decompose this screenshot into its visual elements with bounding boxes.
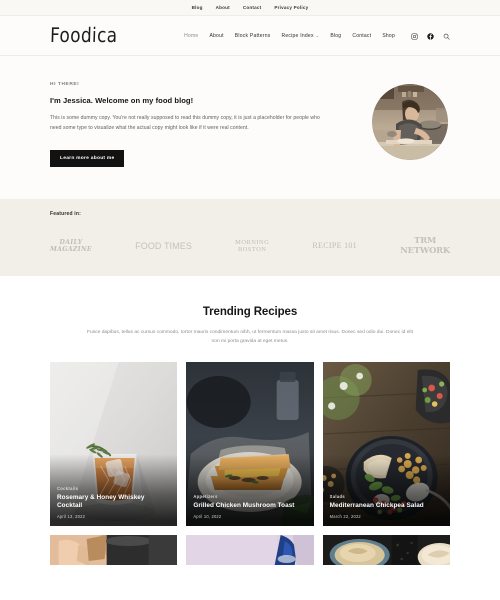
recipe-card-category[interactable]: Salads [330, 494, 443, 499]
hero-eyebrow: HI THERE! [50, 82, 80, 87]
instagram-icon[interactable] [411, 27, 418, 45]
hero-copy: This is some dummy copy. You're not real… [50, 115, 320, 131]
recipe-card[interactable]: Salads Mediterranean Chickpea Salad Marc… [322, 362, 450, 527]
recipe-card-grid: Cocktails Rosemary & Honey Whiskey Cockt… [50, 362, 450, 566]
recipe-card-title[interactable]: Mediterranean Chickpea Salad [330, 502, 443, 510]
main-navigation: Home About Block Patterns Recipe Index ⌄ … [184, 27, 450, 45]
topbar-link-blog[interactable]: Blog [192, 5, 203, 10]
recipe-card-date: April 13, 2022 [57, 514, 86, 520]
nav-item-contact[interactable]: Contact [352, 33, 371, 39]
featured-in-section: Featured in: DAILY MAGAZINE FOOD TIMES M… [0, 199, 500, 276]
nav-item-block-patterns[interactable]: Block Patterns [235, 33, 271, 39]
recipe-card-image-hands [50, 535, 178, 566]
page-root: Blog About Contact Privacy Policy Foodic… [0, 0, 500, 600]
page-title: Trending Recipes [202, 306, 298, 318]
nav-item-shop[interactable]: Shop [382, 33, 395, 39]
top-utility-bar: Blog About Contact Privacy Policy [0, 0, 500, 16]
header-social-icons [411, 27, 450, 45]
brand-logo-recipe-101: RECIPE 101 [312, 241, 357, 251]
recipe-card-title[interactable]: Grilled Chicken Mushroom Toast [193, 502, 306, 510]
topbar-link-privacy-policy[interactable]: Privacy Policy [274, 5, 308, 10]
nav-item-about[interactable]: About [209, 33, 223, 39]
recipe-card-category[interactable]: Appetizers [193, 494, 306, 499]
recipe-card[interactable]: Cocktails Rosemary & Honey Whiskey Cockt… [50, 362, 178, 527]
topbar-link-about[interactable]: About [216, 5, 230, 10]
recipe-card[interactable] [50, 535, 178, 566]
recipe-card-body: Appetizers Grilled Chicken Mushroom Toas… [193, 494, 306, 519]
chevron-down-icon: ⌄ [315, 32, 320, 38]
nav-item-blog[interactable]: Blog [330, 33, 341, 39]
topbar-link-contact[interactable]: Contact [243, 5, 262, 10]
facebook-icon[interactable] [427, 27, 434, 45]
recipe-card-date: March 22, 2022 [329, 514, 361, 520]
brand-logo-morning-boston: MORNING BOSTON [235, 238, 270, 253]
site-logo[interactable]: Foodica [50, 24, 118, 48]
brand-logo-daily-magazine: DAILY MAGAZINE [50, 238, 92, 253]
recipe-card-body: Salads Mediterranean Chickpea Salad Marc… [330, 494, 443, 519]
site-header: Foodica Home About Block Patterns Recipe… [0, 16, 500, 56]
hero-text-block: HI THERE! I'm Jessica. Welcome on my foo… [50, 82, 332, 167]
learn-more-about-me-button[interactable]: Learn more about me [50, 149, 125, 167]
nav-item-home[interactable]: Home [184, 33, 198, 39]
brand-logo-trm-network: TRM NETWORK [400, 235, 450, 255]
featured-logo-row: DAILY MAGAZINE FOOD TIMES MORNING BOSTON… [50, 231, 450, 261]
nav-item-recipe-index[interactable]: Recipe Index ⌄ [282, 33, 320, 39]
search-icon[interactable] [443, 27, 450, 45]
recipe-card-date: April 10, 2022 [193, 514, 222, 520]
hero-section: HI THERE! I'm Jessica. Welcome on my foo… [0, 56, 500, 199]
recipe-card-category[interactable]: Cocktails [57, 486, 170, 491]
recipe-card-image-lavender [186, 535, 314, 566]
recipe-card[interactable] [186, 535, 314, 566]
brand-logo-food-times: FOOD TIMES [135, 240, 192, 251]
featured-in-label: Featured in: [50, 211, 82, 217]
nav-item-recipe-index-label: Recipe Index [281, 32, 314, 39]
recipe-card-title[interactable]: Rosemary & Honey Whiskey Cocktail [57, 494, 170, 510]
recipe-card-image-cream-bowl [322, 535, 450, 566]
trending-subtitle: Fusce dapibus, tellus ac cursus commodo,… [87, 330, 413, 345]
recipe-card-body: Cocktails Rosemary & Honey Whiskey Cockt… [57, 486, 170, 519]
hero-title: I'm Jessica. Welcome on my food blog! [50, 96, 194, 105]
recipe-card[interactable] [322, 535, 450, 566]
recipe-card[interactable]: Appetizers Grilled Chicken Mushroom Toas… [186, 362, 314, 527]
hero-portrait-photo [372, 84, 448, 160]
trending-recipes-section: Trending Recipes Fusce dapibus, tellus a… [0, 276, 500, 566]
